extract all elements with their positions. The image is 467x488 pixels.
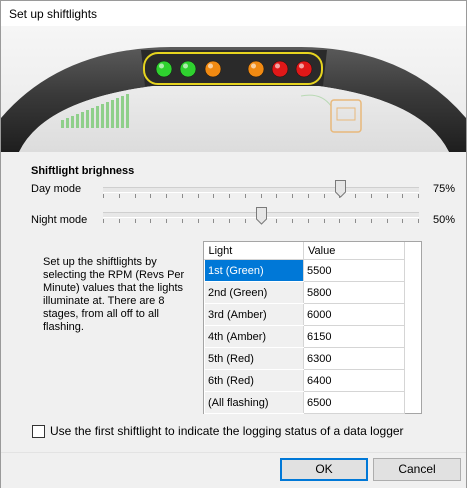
- slider-tick: [198, 219, 199, 223]
- rpm-value-cell[interactable]: 6500: [303, 391, 405, 414]
- ok-button[interactable]: OK: [280, 458, 368, 481]
- shift-light-glint: [299, 63, 304, 69]
- light-name-cell[interactable]: 1st (Green): [204, 259, 304, 282]
- slider-tick: [261, 194, 262, 198]
- slider-tick: [245, 194, 246, 198]
- slider-tick: [292, 194, 293, 198]
- table-row[interactable]: 3rd (Amber) 6000: [204, 303, 405, 326]
- slider-tick: [229, 194, 230, 198]
- slider-tick: [119, 219, 120, 223]
- day-mode-slider-thumb[interactable]: [335, 180, 346, 198]
- slider-tick: [402, 219, 403, 223]
- day-mode-value: 75%: [433, 183, 456, 195]
- dashboard-illustration: [1, 26, 466, 152]
- shift-light-3: [204, 60, 222, 78]
- light-name-cell[interactable]: 4th (Amber): [204, 325, 304, 348]
- brightness-section-title: Shiftlight brighness: [31, 165, 135, 177]
- slider-tick: [182, 219, 183, 223]
- slider-tick: [371, 219, 372, 223]
- shift-light-6: [295, 60, 313, 78]
- slider-tick: [276, 219, 277, 223]
- slider-tick: [119, 194, 120, 198]
- slider-tick: [150, 194, 151, 198]
- slider-tick: [308, 219, 309, 223]
- table-header-row: Light Value: [204, 242, 405, 260]
- slider-tick: [339, 219, 340, 223]
- day-mode-label: Day mode: [31, 183, 82, 195]
- night-mode-slider-thumb[interactable]: [256, 207, 267, 225]
- logging-checkbox[interactable]: [32, 425, 45, 438]
- rpm-value-cell[interactable]: 6300: [303, 347, 405, 370]
- table-body: 1st (Green) 5500 2nd (Green) 5800 3rd (Amber…: [204, 259, 405, 414]
- slider-tick: [135, 219, 136, 223]
- light-name-cell[interactable]: 2nd (Green): [204, 281, 304, 304]
- cancel-button[interactable]: Cancel: [373, 458, 461, 481]
- shift-light-glint: [159, 63, 164, 69]
- slider-tick: [103, 194, 104, 198]
- slider-tick: [103, 219, 104, 223]
- light-name-cell[interactable]: 6th (Red): [204, 369, 304, 392]
- shift-light-2: [179, 60, 197, 78]
- slider-tick: [387, 194, 388, 198]
- slider-tick: [166, 219, 167, 223]
- shift-light-glint: [251, 63, 256, 69]
- slider-tick: [292, 219, 293, 223]
- title-bar[interactable]: Set up shiftlights: [1, 1, 466, 26]
- shift-light-glint: [183, 63, 188, 69]
- rpm-value-cell[interactable]: 6150: [303, 325, 405, 348]
- slider-tick: [308, 194, 309, 198]
- slider-tick: [135, 194, 136, 198]
- slider-tick: [213, 194, 214, 198]
- slider-tick: [245, 219, 246, 223]
- slider-tick: [355, 219, 356, 223]
- rpm-value-cell[interactable]: 6000: [303, 303, 405, 326]
- table-row[interactable]: 6th (Red) 6400: [204, 369, 405, 392]
- slider-tick: [324, 219, 325, 223]
- instructions-text: Set up the shiftlights by selecting the …: [43, 256, 185, 333]
- slider-tick: [150, 219, 151, 223]
- night-mode-value: 50%: [433, 214, 456, 226]
- table-row[interactable]: 2nd (Green) 5800: [204, 281, 405, 304]
- slider-tick: [355, 194, 356, 198]
- rpm-value-cell[interactable]: 5800: [303, 281, 405, 304]
- slider-tick: [213, 219, 214, 223]
- rpm-value-cell[interactable]: 6400: [303, 369, 405, 392]
- slider-tick: [418, 219, 419, 223]
- shift-light-4: [247, 60, 265, 78]
- shift-light-glint: [208, 63, 213, 69]
- logging-checkbox-label[interactable]: Use the first shiftlight to indicate the…: [50, 424, 404, 438]
- shift-light-5: [271, 60, 289, 78]
- slider-tick: [418, 194, 419, 198]
- shiftlight-rpm-table[interactable]: Light Value 1st (Green) 5500 2nd (Green) 58…: [203, 241, 422, 414]
- shift-light-glint: [275, 63, 280, 69]
- column-header-light[interactable]: Light: [204, 242, 304, 260]
- light-name-cell[interactable]: 5th (Red): [204, 347, 304, 370]
- dashboard-graphic: [1, 47, 466, 152]
- shift-light-1: [155, 60, 173, 78]
- day-mode-slider-ticks: [103, 194, 419, 198]
- rpm-value-cell[interactable]: 5500: [303, 259, 405, 282]
- slider-tick: [229, 219, 230, 223]
- slider-tick: [198, 194, 199, 198]
- slider-tick: [371, 194, 372, 198]
- slider-tick: [324, 194, 325, 198]
- table-row[interactable]: (All flashing) 6500: [204, 391, 405, 414]
- slider-tick: [276, 194, 277, 198]
- table-row[interactable]: 4th (Amber) 6150: [204, 325, 405, 348]
- light-name-cell[interactable]: (All flashing): [204, 391, 304, 414]
- slider-tick: [166, 194, 167, 198]
- column-header-value[interactable]: Value: [303, 242, 405, 260]
- slider-tick: [387, 219, 388, 223]
- slider-tick: [182, 194, 183, 198]
- slider-tick: [402, 194, 403, 198]
- light-name-cell[interactable]: 3rd (Amber): [204, 303, 304, 326]
- window-title: Set up shiftlights: [9, 7, 98, 21]
- table-row[interactable]: 1st (Green) 5500: [204, 259, 405, 282]
- day-mode-slider-track[interactable]: [103, 187, 419, 193]
- table-row[interactable]: 5th (Red) 6300: [204, 347, 405, 370]
- night-mode-label: Night mode: [31, 214, 88, 226]
- dialog-window: Set up shiftlights Shiftlight brighness …: [0, 0, 467, 488]
